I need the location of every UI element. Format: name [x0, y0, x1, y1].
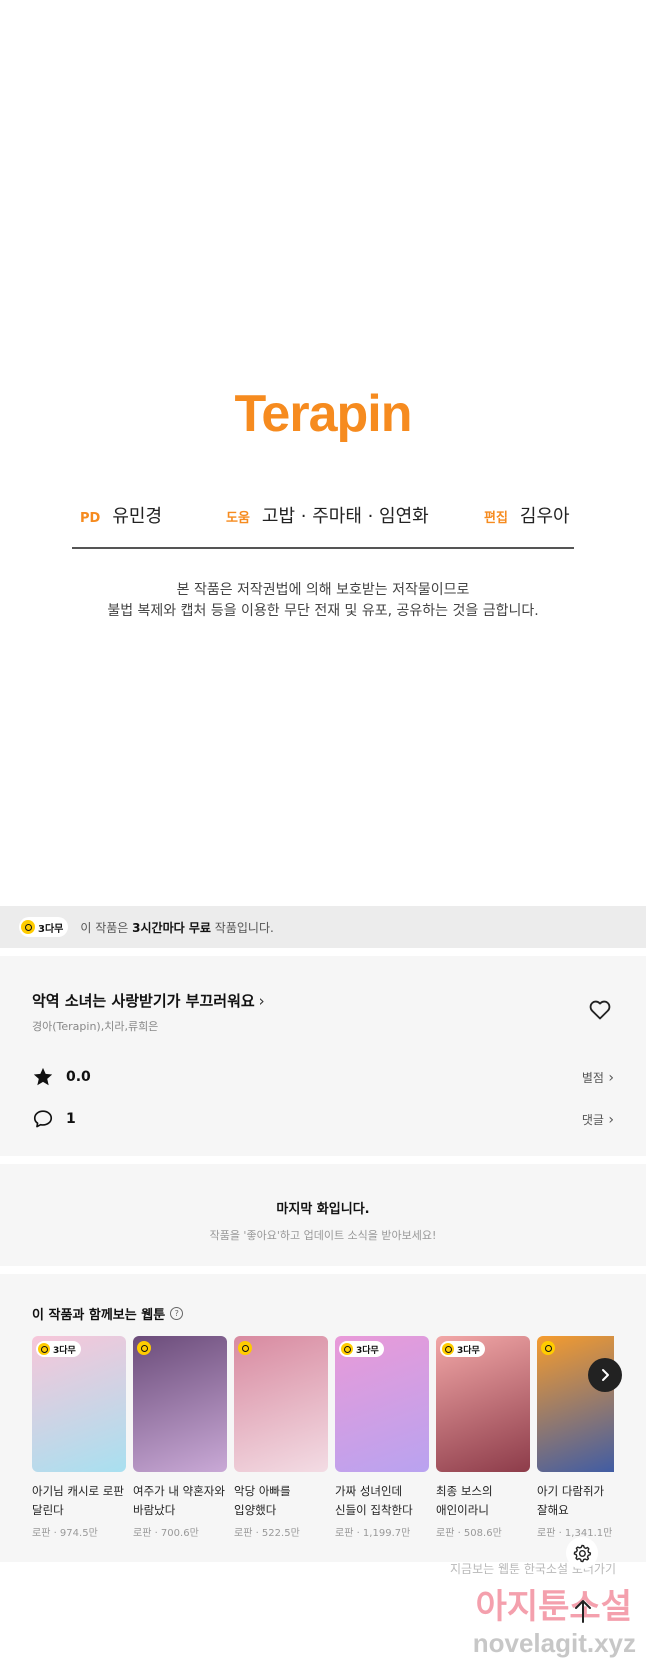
free-banner-emphasis: 3시간마다 무료	[132, 920, 211, 935]
gear-icon[interactable]	[565, 1536, 599, 1570]
recommendation-card[interactable]: 3다무아기님 캐시로 로판 달린다로판 · 974.5만	[32, 1336, 126, 1539]
terapin-logo: Terapin	[234, 385, 413, 443]
credit-pd-name: 유민경	[112, 506, 163, 527]
recommendation-meta: 로판 · 974.5만	[32, 1528, 98, 1539]
recommendation-title: 아기님 캐시로 로판 달린다	[32, 1484, 124, 1517]
copyright-notice-line1: 본 작품은 저작권법에 의해 보호받는 저작물이므로	[176, 582, 470, 598]
rating-value: 0.0	[66, 1069, 91, 1085]
wait-free-badge-label: 3다무	[356, 1345, 379, 1356]
recommendation-meta: 로판 · 1,199.7만	[335, 1528, 411, 1539]
watermark-line3: novelagit.xyz	[472, 1628, 636, 1658]
recommendations-section: 이 작품과 함께보는 웹툰 ? 3다무아기님 캐시로 로판 달린다로판 · 97…	[0, 1274, 646, 1562]
series-title-link[interactable]: 악역 소녀는 사랑받기가 부끄러워요 ›	[32, 990, 265, 1011]
wait-free-badge: 3다무	[36, 1341, 81, 1357]
recommendation-title: 여주가 내 약혼자와 바람났다	[133, 1484, 225, 1517]
credits-row: PD 유민경 도움 고밥 · 주마태 · 임연화 편집 김우아	[74, 502, 574, 532]
free-banner: 3다무 이 작품은 3시간마다 무료 작품입니다.	[0, 906, 646, 948]
recommendation-title: 가짜 성녀인데 신들이 집착한다	[335, 1484, 413, 1517]
clock-icon	[21, 920, 35, 934]
series-title: 악역 소녀는 사랑받기가 부끄러워요	[32, 992, 255, 1010]
recommendation-thumbnail	[133, 1336, 227, 1472]
rating-row: 0.0 별점	[32, 1064, 614, 1090]
credit-pd: PD 유민경	[80, 502, 162, 528]
credit-help-role: 도움	[226, 511, 250, 526]
comment-row: 1 댓글	[32, 1106, 614, 1132]
recommendation-card[interactable]: 악당 아빠를 입양했다로판 · 522.5만	[234, 1336, 328, 1539]
recommendation-meta: 로판 · 508.6만	[436, 1528, 502, 1539]
recommendations-list: 3다무 아기님 캐시로 로판 달린다 로판 · 974.5만 여주가 내 약혼자와 바…	[32, 1336, 614, 1546]
credit-edit-role: 편집	[484, 511, 508, 526]
wait-free-badge: 3다무	[19, 917, 69, 937]
free-banner-text: 이 작품은 3시간마다 무료 작품입니다.	[80, 919, 273, 936]
clock-icon	[238, 1341, 252, 1355]
series-info: 악역 소녀는 사랑받기가 부끄러워요 › 경아(Terapin),치라,류희은 0…	[0, 956, 646, 1156]
credit-pd-role: PD	[80, 511, 101, 526]
series-authors: 경아(Terapin),치라,류희은	[32, 1020, 159, 1033]
credit-help: 도움 고밥 · 주마태 · 임연화	[226, 502, 429, 528]
help-icon[interactable]: ?	[170, 1307, 184, 1320]
arrow-up-icon[interactable]	[572, 1598, 594, 1624]
recommendation-card[interactable]: 3다무가짜 성녀인데 신들이 집착한다로판 · 1,199.7만	[335, 1336, 429, 1539]
recommendation-thumbnail	[537, 1336, 614, 1472]
star-icon	[33, 1067, 53, 1086]
comment-icon	[33, 1110, 53, 1128]
carousel-next-button[interactable]	[588, 1358, 622, 1392]
recommendation-card[interactable]: 3다무최종 보스의 애인이라니 오해입... 로판 · 508.6만	[436, 1336, 530, 1539]
clock-icon	[341, 1343, 353, 1355]
credit-edit-name: 김우아	[519, 506, 570, 527]
recommendation-title: 아기 다람쥐가 잘해요	[537, 1484, 605, 1517]
free-banner-suffix: 작품입니다.	[214, 920, 274, 935]
last-episode-subtext: 작품을 '좋아요'하고 업데이트 소식을 받아보세요!	[209, 1229, 437, 1242]
watermark: 지금보는 웹툰 한국소설 보러가기 아지툰소설 novelagit.xyz	[440, 1560, 646, 1659]
wait-free-badge: 3다무	[440, 1341, 485, 1357]
recommendation-meta: 로판 · 700.6만	[133, 1528, 199, 1539]
clock-icon	[442, 1343, 454, 1355]
clock-icon	[137, 1341, 151, 1355]
credit-edit: 편집 김우아	[484, 502, 570, 528]
credit-help-names: 고밥 · 주마태 · 임연화	[261, 506, 429, 527]
recommendation-title: 최종 보스의 애인이라니 오해입...	[436, 1484, 493, 1517]
copyright-notice: 본 작품은 저작권법에 의해 보호받는 저작물이므로 불법 복제와 캡처 등을 …	[0, 580, 646, 622]
comment-count: 1	[66, 1111, 76, 1127]
heart-outline-icon[interactable]	[588, 998, 612, 1022]
clock-icon	[541, 1341, 555, 1355]
last-episode-heading: 마지막 화입니다.	[276, 1202, 370, 1217]
wait-free-badge: 3다무	[339, 1341, 384, 1357]
chevron-right-icon	[602, 1369, 609, 1381]
comment-link[interactable]: 댓글	[582, 1111, 614, 1128]
wait-free-badge-label: 3다무	[457, 1345, 480, 1356]
recommendation-card[interactable]: 여주가 내 약혼자와 바람났다로판 · 700.6만	[133, 1336, 227, 1539]
recommendation-thumbnail: 3다무	[436, 1336, 530, 1472]
recommendation-thumbnail: 3다무	[335, 1336, 429, 1472]
chevron-right-icon: ›	[258, 992, 265, 1010]
recommendation-thumbnail: 3다무	[32, 1336, 126, 1472]
recommendation-meta: 로판 · 522.5만	[234, 1528, 300, 1539]
wait-free-badge-label: 3다무	[53, 1345, 76, 1356]
copyright-notice-line2: 불법 복제와 캡처 등을 이용한 무단 전재 및 유포, 공유하는 것을 금합니…	[107, 603, 539, 619]
watermark-line2: 아지툰소설	[475, 1587, 632, 1627]
recommendation-title: 악당 아빠를 입양했다	[234, 1484, 291, 1517]
rating-link[interactable]: 별점	[582, 1069, 614, 1086]
clock-icon	[38, 1343, 50, 1355]
recommendations-title: 이 작품과 함께보는 웹툰 ?	[32, 1304, 184, 1323]
free-banner-prefix: 이 작품은	[80, 920, 129, 935]
wait-free-badge-label: 3다무	[38, 923, 64, 935]
recommendation-thumbnail	[234, 1336, 328, 1472]
recommendations-title-text: 이 작품과 함께보는 웹툰	[32, 1308, 166, 1323]
credits-divider	[72, 547, 574, 549]
last-episode-section: 마지막 화입니다. 작품을 '좋아요'하고 업데이트 소식을 받아보세요!	[0, 1164, 646, 1266]
